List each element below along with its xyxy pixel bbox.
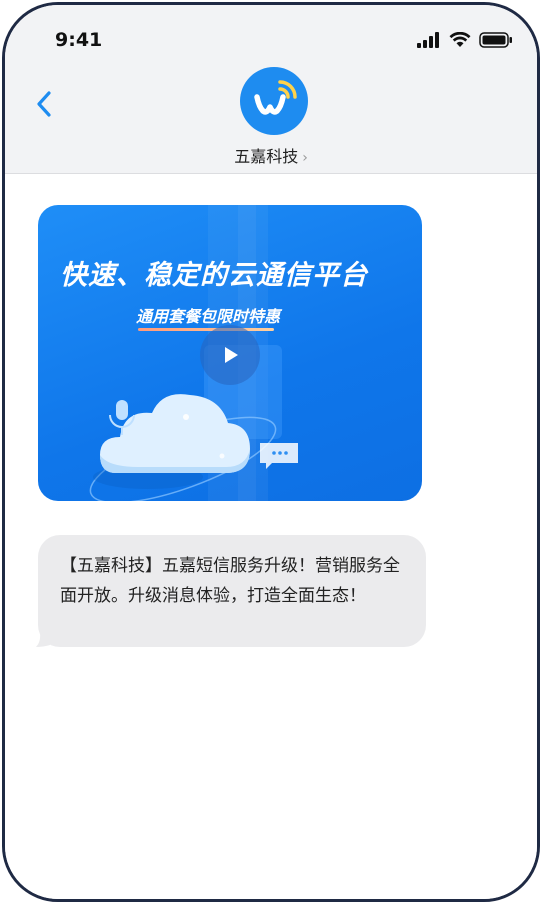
back-chevron-icon[interactable] [31,87,61,121]
signal-icon [417,32,439,48]
brand-logo-icon [254,80,297,115]
play-icon [225,347,238,363]
contact-avatar[interactable] [240,67,308,135]
contact-name: 五嘉科技 [234,147,299,166]
contact-chevron-icon: › [302,150,308,166]
video-message-card[interactable]: 快速、稳定的云通信平台 通用套餐包限时特惠 [38,205,422,501]
media-title: 快速、稳定的云通信平台 [60,260,368,291]
subtitle-underline [138,328,274,331]
contact-name-row[interactable]: 五嘉科技 › [5,143,537,167]
media-subtitle: 通用套餐包限时特惠 [136,307,281,326]
text-message-bubble[interactable]: 【五嘉科技】五嘉短信服务升级！营销服务全面开放。升级消息体验，打造全面生态！ [38,535,426,647]
message-text: 【五嘉科技】五嘉短信服务升级！营销服务全面开放。升级消息体验，打造全面生态！ [60,556,400,606]
message-list: 快速、稳定的云通信平台 通用套餐包限时特惠 【五嘉科技】五嘉短信服务升级！营销服… [5,174,537,899]
phone-frame: 9:41 五嘉科技 › 快速、稳定的云通信平台 通用套餐包限时特惠 【五嘉科技】… [2,2,540,902]
conversation-header: 9:41 五嘉科技 › [5,5,537,174]
text-bubble-tail [36,633,50,647]
status-icons [417,31,513,49]
status-time: 9:41 [55,29,103,51]
battery-icon [479,32,512,48]
play-button[interactable] [200,325,260,385]
wifi-icon [449,32,471,47]
